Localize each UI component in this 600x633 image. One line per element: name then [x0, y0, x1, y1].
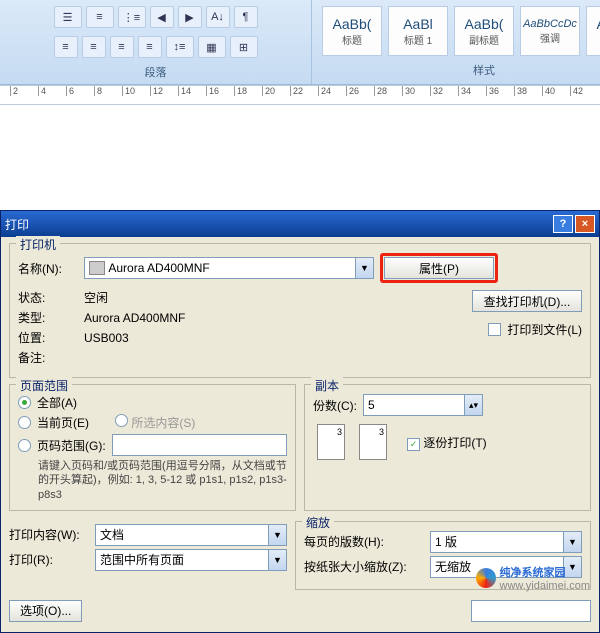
type-value: Aurora AD400MNF [84, 311, 185, 325]
line-spacing-btn[interactable]: ↕≡ [166, 36, 194, 58]
document-area[interactable] [0, 105, 600, 145]
location-label: 位置: [18, 329, 78, 346]
collate-icon-2: 3 [359, 424, 387, 460]
print-to-file-checkbox[interactable] [488, 323, 501, 336]
numbering-btn[interactable]: ≡ [86, 6, 114, 28]
print-to-file-label: 打印到文件(L) [507, 321, 582, 338]
align-center-btn[interactable]: ≡ [82, 36, 106, 58]
pages-per-sheet-combo[interactable]: 1 版▼ [430, 531, 582, 553]
ruler[interactable]: 24681012141618202224262830323436384042 [0, 85, 600, 105]
paragraph-group: ☰ ≡ ⋮≡ ◀ ▶ A↓ ¶ ≡ ≡ ≡ ≡ ↕≡ ▦ ⊞ 段落 [0, 0, 312, 84]
show-marks-btn[interactable]: ¶ [234, 6, 258, 28]
location-value: USB003 [84, 331, 129, 345]
style-point[interactable]: AaBb(要点 [586, 6, 600, 56]
paragraph-label: 段落 [145, 62, 167, 82]
range-selection-label: 所选内容(S) [131, 416, 195, 430]
styles-group: AaBb(标题 AaBl标题 1 AaBb(副标题 AaBbCcDc强调 AaB… [312, 0, 600, 84]
chevron-down-icon: ▼ [355, 258, 373, 278]
range-all-label: 全部(A) [37, 394, 77, 411]
print-range-label: 打印(R): [9, 551, 89, 568]
comment-label: 备注: [18, 349, 78, 366]
pages-input[interactable] [112, 434, 287, 456]
zoom-legend: 缩放 [302, 514, 334, 531]
help-button[interactable]: ? [553, 215, 573, 233]
range-selection-radio[interactable] [115, 414, 128, 427]
name-label: 名称(N): [18, 260, 78, 277]
copies-fieldset: 副本 份数(C): 5▴▾ 3 3 ✓ 逐份打印(T) [304, 384, 591, 511]
ribbon: ☰ ≡ ⋮≡ ◀ ▶ A↓ ¶ ≡ ≡ ≡ ≡ ↕≡ ▦ ⊞ 段落 AaBb(标… [0, 0, 600, 85]
print-what-combo[interactable]: 文档▼ [95, 524, 287, 546]
titlebar[interactable]: 打印 ? × [1, 211, 599, 237]
style-heading1[interactable]: AaBl标题 1 [388, 6, 448, 56]
range-current-radio[interactable] [18, 416, 31, 429]
align-right-btn[interactable]: ≡ [110, 36, 134, 58]
collate-label: 逐份打印(T) [423, 436, 486, 450]
page-range-legend: 页面范围 [16, 377, 72, 394]
style-subtitle[interactable]: AaBb(副标题 [454, 6, 514, 56]
printer-icon [89, 261, 105, 275]
range-all-radio[interactable] [18, 396, 31, 409]
pages-per-sheet-label: 每页的版数(H): [304, 533, 424, 550]
range-pages-label: 页码范围(G): [37, 437, 106, 454]
spinner-icon: ▴▾ [464, 395, 482, 415]
style-emphasis[interactable]: AaBbCcDc强调 [520, 6, 580, 56]
range-current-label: 当前页(E) [37, 414, 89, 431]
status-value: 空闲 [84, 289, 108, 306]
find-printer-button[interactable]: 查找打印机(D)... [472, 290, 582, 312]
bullets-btn[interactable]: ☰ [54, 6, 82, 28]
print-range-combo[interactable]: 范围中所有页面▼ [95, 549, 287, 571]
pages-hint: 请键入页码和/或页码范围(用逗号分隔，从文档或节的开头算起)，例如: 1, 3,… [38, 459, 287, 502]
truncated-buttons[interactable] [471, 600, 591, 622]
scale-label: 按纸张大小缩放(Z): [304, 558, 424, 575]
justify-btn[interactable]: ≡ [138, 36, 162, 58]
printer-fieldset: 打印机 名称(N): Aurora AD400MNF ▼ 属性(P) 状态:空闲… [9, 243, 591, 378]
range-pages-radio[interactable] [18, 439, 31, 452]
status-label: 状态: [18, 289, 78, 306]
styles-label: 样式 [473, 60, 495, 80]
type-label: 类型: [18, 309, 78, 326]
collate-checkbox[interactable]: ✓ [407, 438, 420, 451]
borders-btn[interactable]: ⊞ [230, 36, 258, 58]
properties-highlight: 属性(P) [380, 253, 498, 283]
align-left-btn[interactable]: ≡ [54, 36, 78, 58]
copies-legend: 副本 [311, 377, 343, 394]
styles-gallery[interactable]: AaBb(标题 AaBl标题 1 AaBb(副标题 AaBbCcDc强调 AaB… [318, 2, 600, 60]
style-heading[interactable]: AaBb(标题 [322, 6, 382, 56]
printer-legend: 打印机 [16, 236, 60, 253]
multilevel-btn[interactable]: ⋮≡ [118, 6, 146, 28]
dialog-title: 打印 [5, 216, 29, 233]
shading-btn[interactable]: ▦ [198, 36, 226, 58]
close-button[interactable]: × [575, 215, 595, 233]
collate-icon-1: 3 [317, 424, 345, 460]
indent-right-btn[interactable]: ▶ [178, 6, 202, 28]
sort-btn[interactable]: A↓ [206, 6, 230, 28]
indent-left-btn[interactable]: ◀ [150, 6, 174, 28]
copies-spinner[interactable]: 5▴▾ [363, 394, 483, 416]
print-what-label: 打印内容(W): [9, 526, 89, 543]
properties-button[interactable]: 属性(P) [384, 257, 494, 279]
page-range-fieldset: 页面范围 全部(A) 当前页(E) 所选内容(S) 页码范围(G): 请键入页码… [9, 384, 296, 511]
printer-name-combo[interactable]: Aurora AD400MNF ▼ [84, 257, 374, 279]
watermark-logo-icon [476, 568, 496, 588]
options-button[interactable]: 选项(O)... [9, 600, 82, 622]
watermark: 纯净系统家园 www.yidaimei.com [476, 564, 590, 592]
copies-label: 份数(C): [313, 397, 357, 414]
